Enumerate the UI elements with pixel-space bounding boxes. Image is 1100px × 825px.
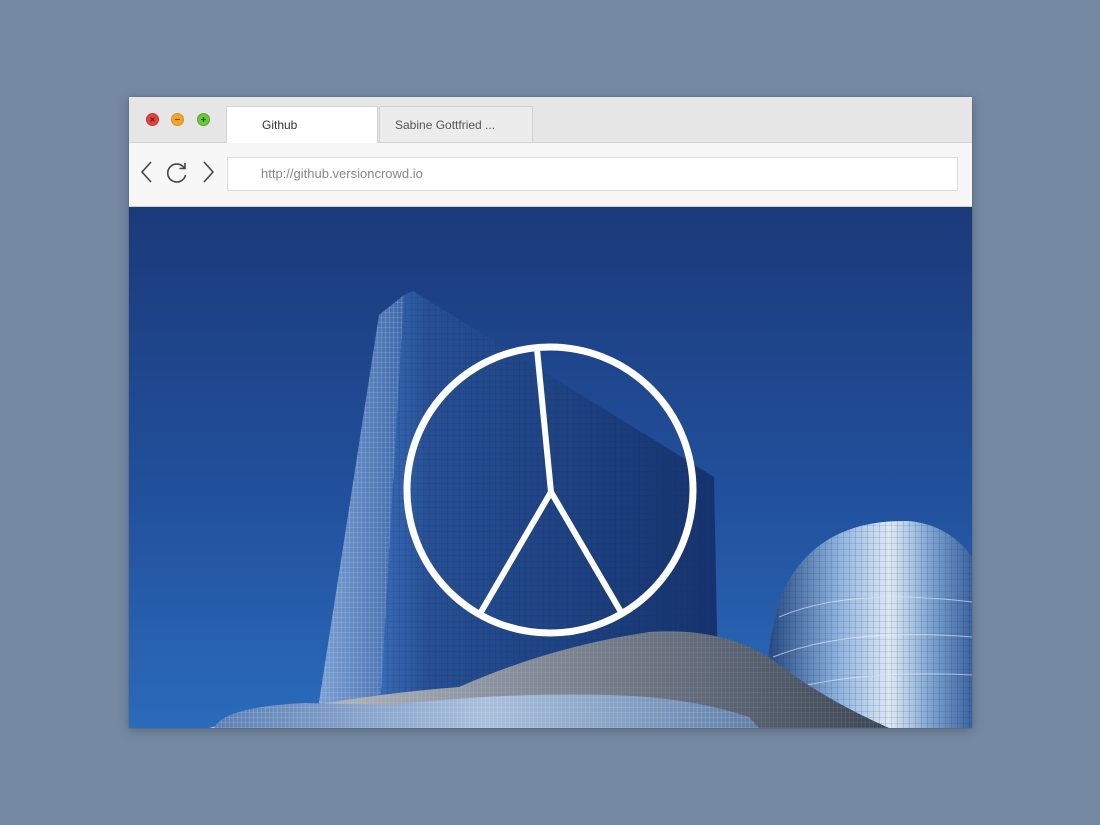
minimize-button[interactable] (171, 113, 184, 126)
reload-button[interactable] (165, 160, 189, 184)
browser-window: Github Sabine Gottfried ... http://githu… (129, 97, 972, 728)
minimize-icon (175, 118, 180, 121)
address-url: http://github.versioncrowd.io (261, 166, 423, 181)
tab-sabine-gottfried[interactable]: Sabine Gottfried ... (379, 106, 533, 142)
maximize-button[interactable] (197, 113, 210, 126)
forward-button[interactable] (196, 160, 220, 184)
back-arrow-icon (141, 161, 152, 183)
peace-symbol-icon (403, 343, 697, 637)
title-bar: Github Sabine Gottfried ... (129, 97, 972, 143)
browser-toolbar: http://github.versioncrowd.io (129, 143, 972, 207)
page-content (129, 207, 972, 728)
reload-icon (166, 163, 187, 183)
address-bar[interactable]: http://github.versioncrowd.io (227, 157, 958, 191)
close-button[interactable] (146, 113, 159, 126)
close-icon (150, 117, 155, 122)
back-button[interactable] (135, 160, 159, 184)
tab-label: Sabine Gottfried ... (395, 118, 496, 132)
tab-github[interactable]: Github (226, 106, 378, 143)
maximize-icon (201, 117, 206, 122)
forward-arrow-icon (203, 161, 214, 183)
tab-label: Github (262, 118, 298, 132)
